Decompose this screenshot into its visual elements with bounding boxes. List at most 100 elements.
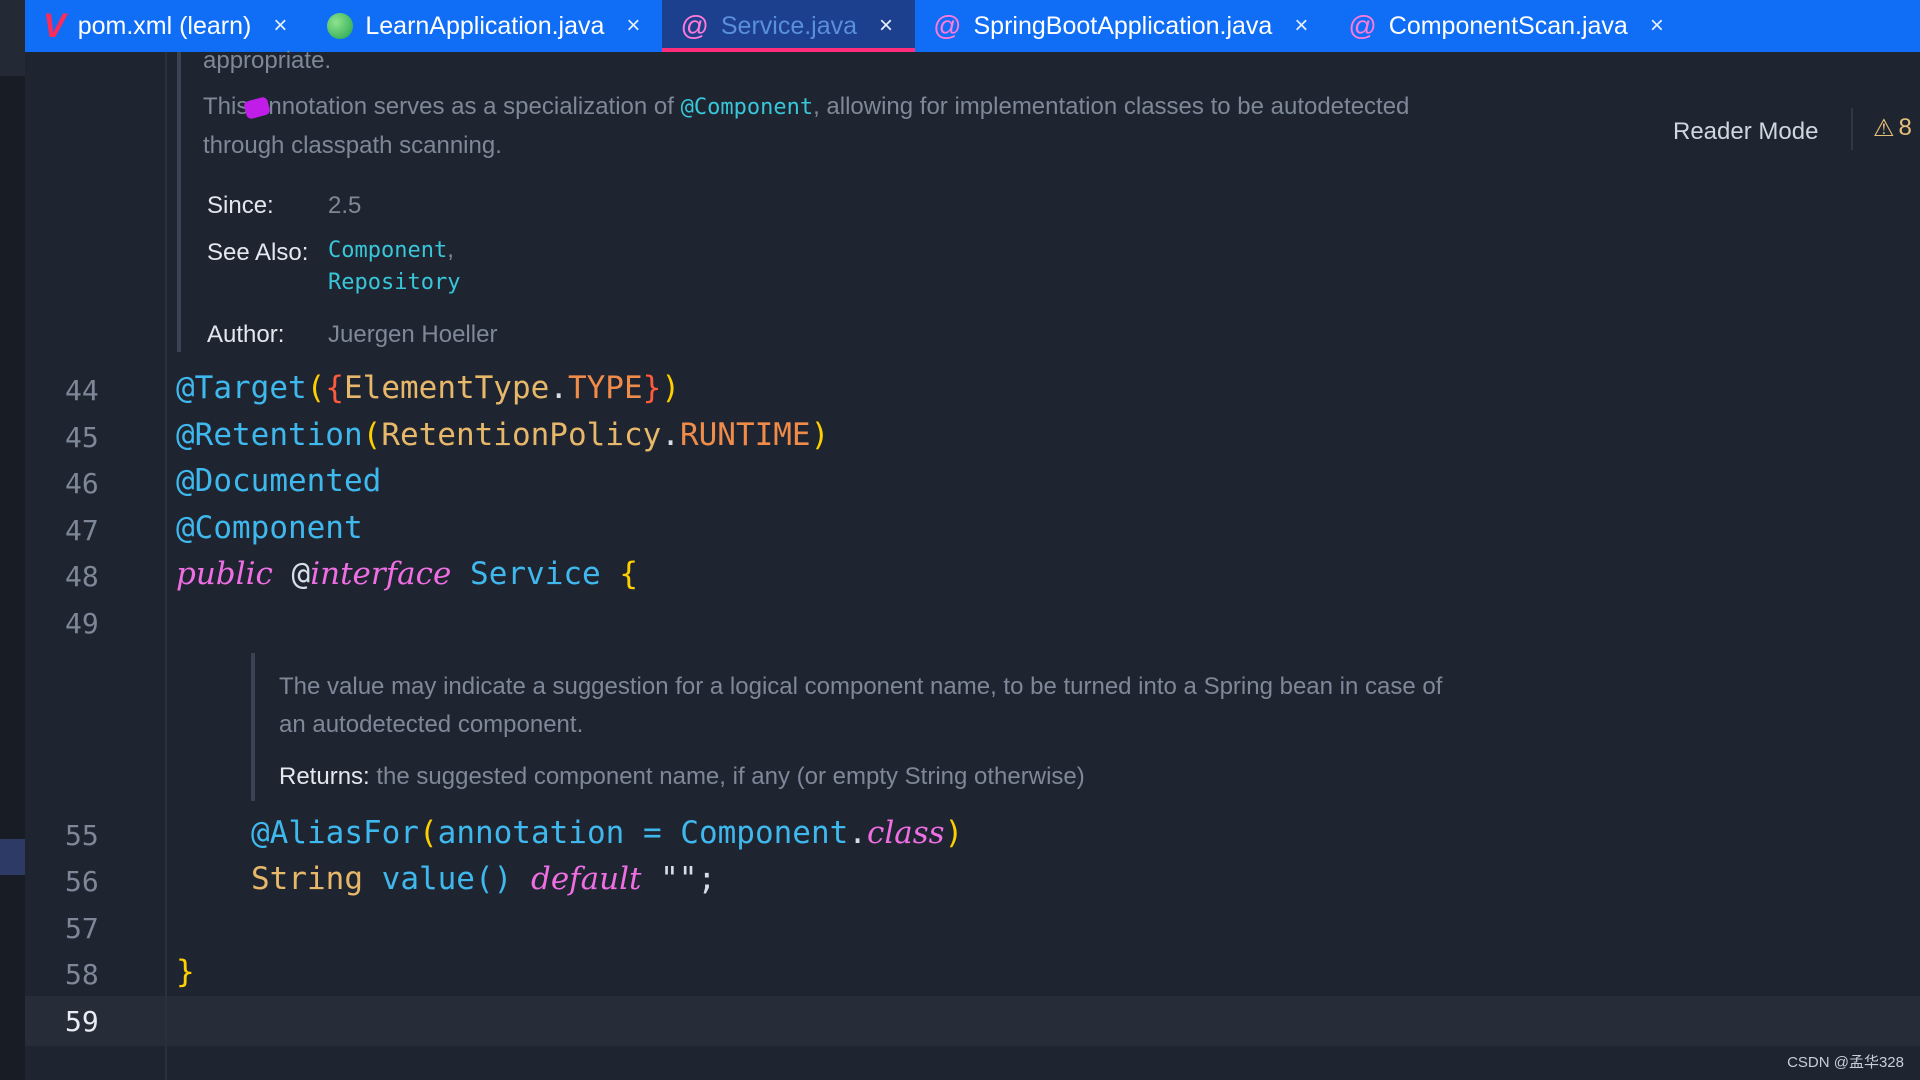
close-icon[interactable]: × <box>879 12 893 40</box>
line-number: 57 <box>65 912 99 945</box>
brace-token: } <box>642 370 662 406</box>
doc-text: an autodetected component. <box>279 711 584 738</box>
doc-since: Since: <box>207 187 274 225</box>
tab-label: SpringBootApplication.java <box>973 11 1273 40</box>
paren-token: ( <box>362 417 382 453</box>
code-line-55: @AliasFor(annotation = Component.class) <box>251 815 963 851</box>
code-line-46: @Documented <box>176 463 381 499</box>
tab-label: ComponentScan.java <box>1388 11 1628 40</box>
paren-token: ) <box>661 370 680 406</box>
doc-link-component[interactable]: @Component <box>681 95 813 120</box>
close-icon[interactable]: × <box>626 12 640 40</box>
annotation-token: @Documented <box>176 463 382 499</box>
code-editor[interactable]: appropriate. This annotation serves as a… <box>25 47 1920 1080</box>
returns-value: the suggested component name, if any (or… <box>376 763 1085 790</box>
annotation-token: @Component <box>176 510 363 546</box>
dot-token: . <box>549 370 568 406</box>
code-line-44: @Target({ElementType.TYPE}) <box>176 370 680 406</box>
line-number: 48 <box>65 560 99 593</box>
maven-v-icon: V <box>43 6 66 45</box>
current-line-marker <box>0 839 25 875</box>
code-line-48: public @interface Service { <box>176 556 638 592</box>
warning-icon: ⚠ <box>1873 115 1895 142</box>
paren-token: ) <box>944 815 964 851</box>
at-token: @ <box>291 556 311 592</box>
doc-since-value: 2.5 <box>328 187 361 225</box>
code-line-47: @Component <box>176 510 363 546</box>
operator-token: = <box>624 815 681 851</box>
doc-see-also-links: Component, Repository <box>328 234 460 298</box>
since-value: 2.5 <box>328 192 362 219</box>
method-doc: The value may indicate a suggestion for … <box>279 668 1579 796</box>
line-number: 49 <box>65 607 99 640</box>
current-line-highlight <box>25 996 1920 1046</box>
doc-see-also: See Also: <box>207 234 308 272</box>
tab-label: Service.java <box>720 11 858 40</box>
tab-label: pom.xml (learn) <box>77 11 252 40</box>
code-line-56: String value() default ""; <box>251 861 716 897</box>
type-token: RetentionPolicy <box>381 417 662 453</box>
attribute-token: annotation <box>437 815 625 851</box>
annotation-at-icon: @ <box>1348 10 1377 41</box>
annotation-token: @Retention <box>176 417 363 453</box>
gutter-divider <box>165 52 167 1080</box>
doc-text: This annotation serves as a specializati… <box>203 93 681 120</box>
since-label: Since: <box>207 192 274 219</box>
annotation-token: @Target <box>176 370 307 406</box>
doc-text: , allowing for implementation classes to… <box>813 93 1410 120</box>
line-number: 55 <box>65 819 99 852</box>
constant-token: TYPE <box>567 370 643 406</box>
brace-token: } <box>176 954 195 990</box>
constant-token: RUNTIME <box>679 417 811 453</box>
warning-count: 8 <box>1898 114 1912 141</box>
doc-text: The value may indicate a suggestion for … <box>279 673 1443 700</box>
annotation-token: @AliasFor <box>251 815 419 851</box>
doc-author-value: Juergen Hoeller <box>328 316 497 354</box>
string-token: "" <box>660 861 698 897</box>
tab-label: LearnApplication.java <box>365 11 605 40</box>
reader-mode-button[interactable]: Reader Mode <box>1673 118 1818 146</box>
doc-cut-line: appropriate. <box>203 47 332 74</box>
close-icon[interactable]: × <box>1294 12 1308 40</box>
warnings-indicator[interactable]: ⚠ 8 <box>1873 114 1912 143</box>
author-value: Juergen Hoeller <box>328 321 498 348</box>
dot-token: . <box>661 417 680 453</box>
doc-author: Author: <box>207 316 284 354</box>
left-tool-strip <box>0 0 25 1080</box>
keyword-token: interface <box>310 556 452 592</box>
doc-text: through classpath scanning. <box>203 132 502 159</box>
doc-link-component[interactable]: Component <box>328 238 447 263</box>
paren-token: ) <box>810 417 830 453</box>
annotation-at-icon: @ <box>933 10 962 41</box>
type-token: ElementType <box>344 370 550 406</box>
code-line-45: @Retention(RetentionPolicy.RUNTIME) <box>176 417 829 453</box>
close-icon[interactable]: × <box>1650 12 1664 40</box>
line-number: 47 <box>65 514 99 547</box>
code-line-58: } <box>176 954 195 990</box>
dot-token: . <box>848 815 867 851</box>
author-label: Author: <box>207 321 285 348</box>
spring-app-icon <box>327 13 354 39</box>
class-doc: appropriate. This annotation serves as a… <box>203 42 1503 165</box>
see-also-separator: , <box>447 236 454 263</box>
watermark: CSDN @孟华328 <box>1787 1054 1904 1071</box>
class-name-token: Service <box>470 556 601 592</box>
line-number: 58 <box>65 958 99 991</box>
brace-token: { <box>619 556 639 592</box>
line-number: 56 <box>65 865 99 898</box>
doc-paragraph: This annotation serves as a specializati… <box>203 88 1503 165</box>
paren-token: ( <box>418 815 438 851</box>
line-number: 46 <box>65 467 99 500</box>
type-token: String <box>251 861 363 897</box>
doc-link-repository[interactable]: Repository <box>328 270 460 295</box>
close-icon[interactable]: × <box>273 12 287 40</box>
doc-block-bar <box>177 52 181 352</box>
method-token: value() <box>381 861 513 897</box>
line-number: 45 <box>65 421 99 454</box>
brace-token: { <box>325 370 344 406</box>
toolbar-divider <box>1851 108 1853 150</box>
semicolon-token: ; <box>697 861 717 897</box>
keyword-token: default <box>530 861 642 897</box>
returns-label: Returns: <box>279 763 370 790</box>
annotation-at-icon: @ <box>680 10 709 41</box>
